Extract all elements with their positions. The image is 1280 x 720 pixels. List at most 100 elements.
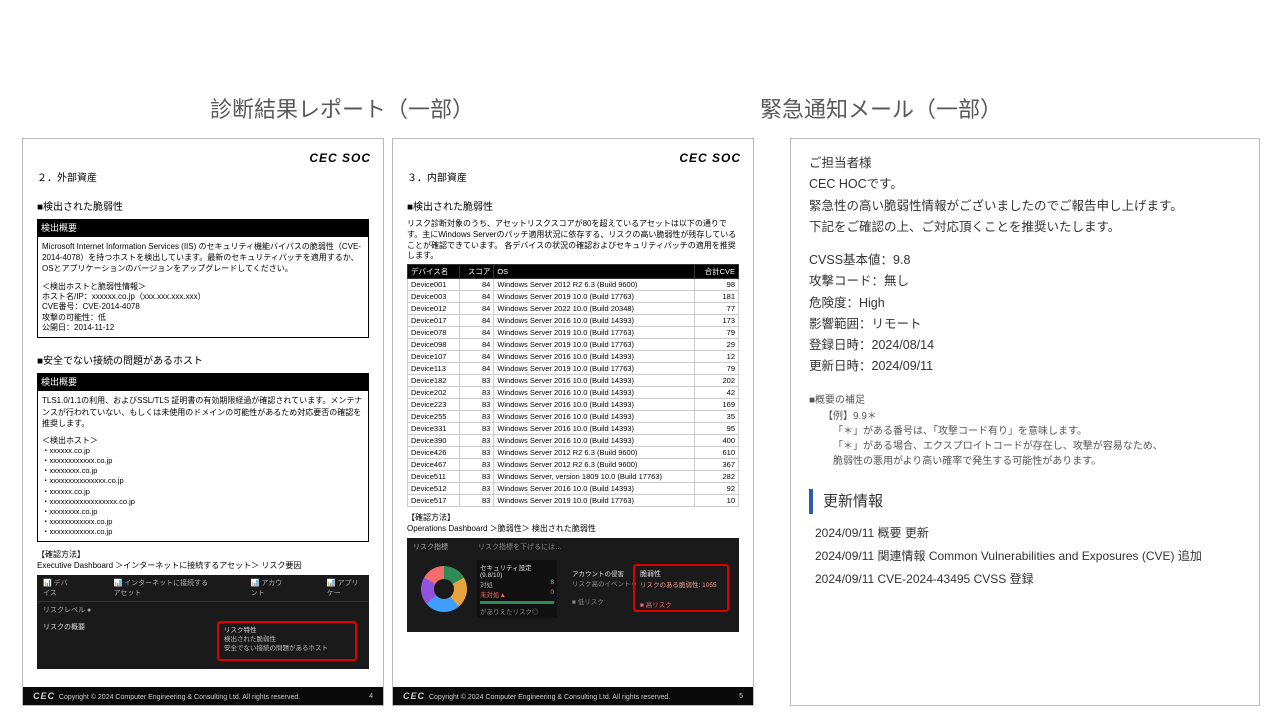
mail-supp3: 脆弱性の悪用がより高い確率で発生する可能性があります。 bbox=[823, 454, 1241, 469]
dash-tab[interactable]: 📊 デバイス bbox=[43, 578, 73, 598]
section-title: ２．外部資産 bbox=[37, 169, 369, 184]
meta-line: CVE番号：CVE-2014-4078 bbox=[42, 302, 364, 312]
host-line: ・xxxxxxxxxxxx.co.jp bbox=[42, 527, 364, 537]
update-title: 更新情報 bbox=[809, 489, 1241, 515]
device-table: デバイス名スコアOS合計CVE Device00184Windows Serve… bbox=[407, 264, 739, 507]
d2-r1a: 対処 bbox=[480, 579, 493, 589]
d2-r1b: 未対処▲ bbox=[480, 589, 506, 599]
table-row: Device33183Windows Server 2016 10.0 (Bui… bbox=[408, 423, 739, 435]
table-row: Device22383Windows Server 2016 10.0 (Bui… bbox=[408, 399, 739, 411]
col-header: スコア bbox=[459, 265, 494, 279]
table-row: Device46783Windows Server 2012 R2 6.3 (B… bbox=[408, 459, 739, 471]
heading-left: 診断結果レポート（一部） bbox=[210, 92, 474, 124]
footer-copy: Copyright © 2024 Computer Engineering & … bbox=[59, 694, 300, 701]
brand-logo: CEC SOC bbox=[679, 151, 741, 165]
col-header: OS bbox=[494, 265, 695, 279]
table-row: Device11384Windows Server 2019 10.0 (Bui… bbox=[408, 363, 739, 375]
meta-line: 攻撃の可能性：低 bbox=[42, 313, 364, 323]
d2-vuln2: リスクのある脆弱性: 1055 bbox=[640, 579, 722, 589]
dash-tab[interactable]: 📊 アカウント bbox=[251, 578, 287, 598]
dash-sublabel: リスクレベル ● bbox=[37, 602, 369, 618]
confirm-path: Executive Dashboard ＞インターネットに接続するアセット＞ リ… bbox=[37, 561, 369, 571]
box1: Microsoft Internet Information Services … bbox=[37, 236, 369, 338]
mail-cvss: CVSS基本値：9.8 bbox=[809, 250, 1241, 271]
meta-line: ホスト名/IP：xxxxxx.co.jp（xxx.xxx.xxx.xxx） bbox=[42, 292, 364, 302]
alert-mail: ご担当者様 CEC HOCです。 緊急性の高い脆弱性情報がございましたのでご報告… bbox=[790, 138, 1260, 706]
dash-tab[interactable]: 📊 アプリケー bbox=[327, 578, 363, 598]
exec-dashboard: 📊 デバイス 📊 インターネットに接続するアセット 📊 アカウント 📊 アプリケー リ… bbox=[37, 575, 369, 669]
d2-mid: リスク指標を下げるには… bbox=[478, 542, 562, 552]
mail-line2: 下記をご確認の上、ご対応頂くことを推奨いたします。 bbox=[809, 217, 1241, 238]
d2-left: リスク指標 bbox=[413, 542, 448, 552]
mail-code: 攻撃コード：無し bbox=[809, 271, 1241, 292]
table-row: Device09884Windows Server 2019 10.0 (Bui… bbox=[408, 339, 739, 351]
table-row: Device00384Windows Server 2019 10.0 (Bui… bbox=[408, 291, 739, 303]
report-page-2: CEC SOC ３．内部資産 ■検出された脆弱性 リスク診断対象のうち、アセット… bbox=[392, 138, 754, 706]
dash-tab[interactable]: 📊 インターネットに接続するアセット bbox=[113, 578, 210, 598]
risk-line: 安全でない接続の問題があるホスト bbox=[224, 644, 350, 653]
host-line: ・xxxxxxxxxxxxxxxxxx.co.jp bbox=[42, 497, 364, 507]
col-header: デバイス名 bbox=[408, 265, 460, 279]
host-line: ・xxxxxxxxxxxx.co.jp bbox=[42, 517, 364, 527]
risk-line: リスク特性 bbox=[224, 626, 350, 635]
report-page-1: CEC SOC ２．外部資産 ■検出された脆弱性 検出概要 Microsoft … bbox=[22, 138, 384, 706]
footer-copy: Copyright © 2024 Computer Engineering & … bbox=[429, 694, 670, 701]
d2-vuln: 脆弱性 bbox=[640, 569, 722, 579]
box2-body: TLS1.0/1.1の利用、およびSSL/TLS 証明書の有効期限経過が確認され… bbox=[42, 395, 364, 429]
host-line: ・xxxxxxxxxxxx.co.jp bbox=[42, 456, 364, 466]
table-row: Device51183Windows Server, version 1809 … bbox=[408, 471, 739, 483]
risk-line: 検出された脆弱性 bbox=[224, 635, 350, 644]
page-number: 4 bbox=[369, 693, 373, 700]
box2-header: 検出概要 bbox=[37, 373, 369, 390]
host-line: ・xxxxxxxx.co.jp bbox=[42, 466, 364, 476]
page-number: 5 bbox=[739, 693, 743, 700]
host-line: ・xxxxxxxx.co.jp bbox=[42, 507, 364, 517]
confirm-path: Operations Dashboard ＞脆弱性＞ 検出された脆弱性 bbox=[407, 524, 739, 534]
mail-reg: 登録日時：2024/08/14 bbox=[809, 335, 1241, 356]
mail-upd: 更新日時：2024/09/11 bbox=[809, 356, 1241, 377]
table-row: Device20283Windows Server 2016 10.0 (Bui… bbox=[408, 387, 739, 399]
host-line: ・xxxxxxxxxxxxxxx.co.jp bbox=[42, 476, 364, 486]
mail-scope: 影響範囲：リモート bbox=[809, 314, 1241, 335]
host-line: ・xxxxxx.co.jp bbox=[42, 446, 364, 456]
confirm-label: 【確認方法】 bbox=[407, 513, 739, 523]
table-row: Device18283Windows Server 2016 10.0 (Bui… bbox=[408, 375, 739, 387]
footer-logo: CEC bbox=[403, 691, 425, 701]
host-line: ・xxxxxx.co.jp bbox=[42, 487, 364, 497]
d2-gate: がありえたリスク◎ bbox=[480, 606, 554, 616]
table-row: Device00184Windows Server 2012 R2 6.3 (B… bbox=[408, 279, 739, 291]
table-row: Device39083Windows Server 2016 10.0 (Bui… bbox=[408, 435, 739, 447]
box1-meta-title: ＜検出ホストと脆弱性情報＞ bbox=[42, 281, 364, 292]
brand-logo: CEC SOC bbox=[309, 151, 371, 165]
table-row: Device51283Windows Server 2016 10.0 (Bui… bbox=[408, 483, 739, 495]
box2: TLS1.0/1.1の利用、およびSSL/TLS 証明書の有効期限経過が確認され… bbox=[37, 390, 369, 542]
box1-header: 検出概要 bbox=[37, 219, 369, 236]
mail-greet1: ご担当者様 bbox=[809, 153, 1241, 174]
donut-chart bbox=[421, 566, 467, 612]
table-row: Device42683Windows Server 2012 R2 6.3 (B… bbox=[408, 447, 739, 459]
col-header: 合計CVE bbox=[695, 265, 739, 279]
table-row: Device25583Windows Server 2016 10.0 (Bui… bbox=[408, 411, 739, 423]
d2-hw: ■ 高リスク bbox=[640, 599, 722, 609]
table-row: Device01784Windows Server 2016 10.0 (Bui… bbox=[408, 315, 739, 327]
mail-risk: 危険度：High bbox=[809, 293, 1241, 314]
mail-greet2: CEC HOCです。 bbox=[809, 174, 1241, 195]
update-line: 2024/09/11 関連情報 Common Vulnerabilities a… bbox=[815, 545, 1241, 568]
table-row: Device01284Windows Server 2022 10.0 (Bui… bbox=[408, 303, 739, 315]
ops-dashboard: リスク指標 リスク指標を下げるには… セキュリティ設定 (9.8/10) 対処8… bbox=[407, 538, 739, 632]
d2-acc2: リスク高のイベント 0 bbox=[572, 578, 636, 588]
footer-logo: CEC bbox=[33, 691, 55, 701]
table-row: Device10784Windows Server 2016 10.0 (Bui… bbox=[408, 351, 739, 363]
page-footer: CEC Copyright © 2024 Computer Engineerin… bbox=[23, 687, 383, 705]
mail-supp2: 「＊」がある場合、エクスプロイトコードが存在し、攻撃が容易なため、 bbox=[823, 439, 1241, 454]
page-footer: CEC Copyright © 2024 Computer Engineerin… bbox=[393, 687, 753, 705]
mail-line1: 緊急性の高い脆弱性情報がございましたのでご報告申し上げます。 bbox=[809, 196, 1241, 217]
d2-sec: セキュリティ設定 (9.8/10) bbox=[480, 562, 554, 579]
mail-supp-title: ■概要の補足 bbox=[809, 392, 1241, 409]
subheading-detected-vuln: ■検出された脆弱性 bbox=[407, 198, 739, 213]
table-row: Device07884Windows Server 2019 10.0 (Bui… bbox=[408, 327, 739, 339]
table-row: Device51783Windows Server 2019 10.0 (Bui… bbox=[408, 495, 739, 507]
update-line: 2024/09/11 CVE-2024-43495 CVSS 登録 bbox=[815, 568, 1241, 591]
confirm-label: 【確認方法】 bbox=[37, 550, 369, 560]
subheading-detected-vuln: ■検出された脆弱性 bbox=[37, 198, 369, 213]
